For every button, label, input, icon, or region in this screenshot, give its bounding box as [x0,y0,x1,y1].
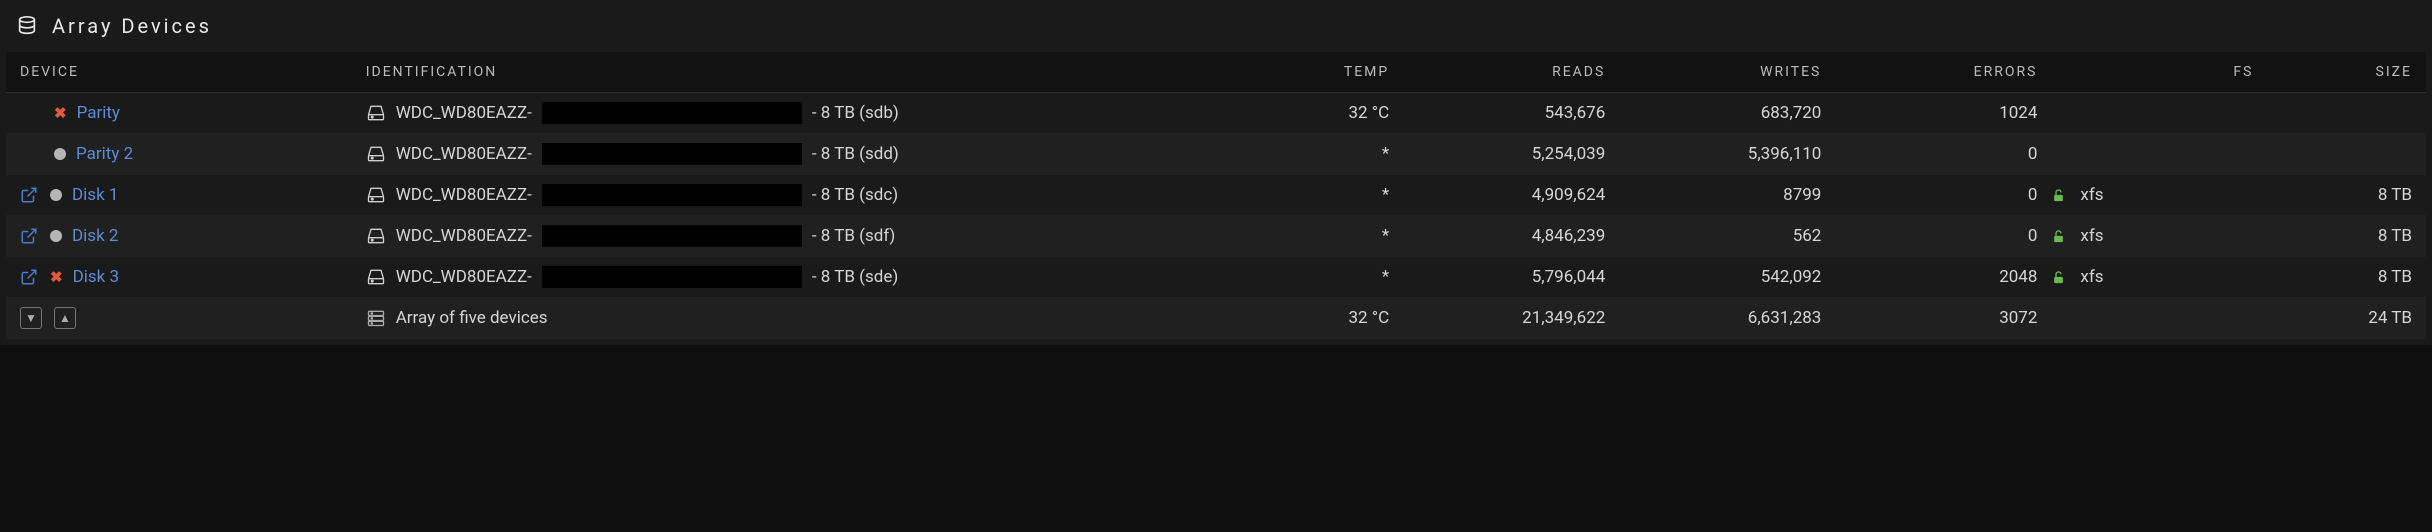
identification-text[interactable]: WDC_WD80EAZZ- [396,267,532,287]
collapse-up-button[interactable]: ▲ [54,307,76,329]
reads-cell: 5,796,044 [1403,257,1619,298]
col-fs: FS [2051,52,2267,93]
fs-cell: xfs [2051,257,2267,298]
col-temp: Temp [1245,52,1403,93]
disk-icon [366,144,386,164]
col-writes: Writes [1619,52,1835,93]
panel-title: Array Devices [52,14,212,38]
summary-reads: 21,349,622 [1403,298,1619,339]
collapse-down-button[interactable]: ▼ [20,307,42,329]
identification-text[interactable]: WDC_WD80EAZZ- [396,185,532,205]
external-link-icon[interactable] [20,186,40,204]
disk-icon [366,103,386,123]
temp-cell: 32 °C [1245,93,1403,134]
device-name-link[interactable]: Disk 2 [72,226,118,246]
writes-cell: 8799 [1619,175,1835,216]
fs-cell [2051,134,2267,175]
summary-fs [2051,298,2267,339]
table-row: ✖ Disk 3 WDC_WD80EAZZ- - 8 TB (sde) * 5,… [6,257,2426,298]
lock-open-icon [2051,188,2066,203]
temp-cell: * [1245,216,1403,257]
col-size: Size [2267,52,2426,93]
reads-cell: 4,846,239 [1403,216,1619,257]
redacted-serial [542,184,802,206]
summary-label: Array of five devices [396,308,548,328]
status-ok-icon [50,189,62,201]
fs-label: xfs [2080,267,2103,287]
lock-open-icon [2051,229,2066,244]
fs-label: xfs [2080,185,2103,205]
device-name-link[interactable]: Disk 1 [72,185,118,205]
temp-cell: * [1245,175,1403,216]
identification-text[interactable]: WDC_WD80EAZZ- [396,144,532,164]
device-name-link[interactable]: Disk 3 [73,267,119,287]
summary-errors: 3072 [1835,298,2051,339]
array-icon [366,308,386,328]
size-cell: 8 TB [2267,257,2426,298]
fs-cell: xfs [2051,216,2267,257]
table-row: Disk 1 WDC_WD80EAZZ- - 8 TB (sdc) * 4,90… [6,175,2426,216]
col-errors: Errors [1835,52,2051,93]
table-row: ✖ Parity WDC_WD80EAZZ- - 8 TB (sdb) 32 °… [6,93,2426,134]
table-row: Disk 2 WDC_WD80EAZZ- - 8 TB (sdf) * 4,84… [6,216,2426,257]
external-link-icon[interactable] [20,268,40,286]
reads-cell: 4,909,624 [1403,175,1619,216]
col-reads: Reads [1403,52,1619,93]
identification-suffix: - 8 TB (sdc) [812,185,898,205]
identification-suffix: - 8 TB (sdf) [812,226,895,246]
col-device: Device [6,52,352,93]
disk-icon [366,185,386,205]
size-cell: 8 TB [2267,216,2426,257]
writes-cell: 542,092 [1619,257,1835,298]
redacted-serial [542,225,802,247]
device-name-link[interactable]: Parity [77,103,120,123]
fs-cell [2051,93,2267,134]
writes-cell: 683,720 [1619,93,1835,134]
summary-size: 24 TB [2267,298,2426,339]
size-cell [2267,134,2426,175]
disk-icon [366,226,386,246]
identification-suffix: - 8 TB (sdd) [812,144,899,164]
devices-table: Device Identification Temp Reads Writes … [6,52,2426,339]
summary-row: ▼ ▲ Array of five devices 32 °C 21,349,6… [6,298,2426,339]
size-cell [2267,93,2426,134]
disk-icon [366,267,386,287]
errors-cell: 2048 [1835,257,2051,298]
errors-cell: 0 [1835,216,2051,257]
table-header-row: Device Identification Temp Reads Writes … [6,52,2426,93]
fs-label: xfs [2080,226,2103,246]
identification-text[interactable]: WDC_WD80EAZZ- [396,226,532,246]
database-icon [16,15,38,37]
temp-cell: * [1245,257,1403,298]
errors-cell: 0 [1835,134,2051,175]
writes-cell: 562 [1619,216,1835,257]
summary-writes: 6,631,283 [1619,298,1835,339]
external-link-icon[interactable] [20,227,40,245]
redacted-serial [542,143,802,165]
identification-suffix: - 8 TB (sde) [812,267,898,287]
identification-text[interactable]: WDC_WD80EAZZ- [396,103,532,123]
errors-cell: 1024 [1835,93,2051,134]
size-cell: 8 TB [2267,175,2426,216]
col-identification: Identification [352,52,1245,93]
device-name-link[interactable]: Parity 2 [76,144,133,164]
status-error-icon: ✖ [50,268,63,286]
summary-temp: 32 °C [1245,298,1403,339]
lock-open-icon [2051,270,2066,285]
errors-cell: 0 [1835,175,2051,216]
fs-cell: xfs [2051,175,2267,216]
redacted-serial [542,102,802,124]
status-error-icon: ✖ [54,104,67,122]
table-row: Parity 2 WDC_WD80EAZZ- - 8 TB (sdd) * 5,… [6,134,2426,175]
identification-suffix: - 8 TB (sdb) [812,103,899,123]
reads-cell: 543,676 [1403,93,1619,134]
status-ok-icon [54,148,66,160]
status-ok-icon [50,230,62,242]
array-devices-panel: Array Devices Device Identification Temp… [0,0,2432,345]
reads-cell: 5,254,039 [1403,134,1619,175]
panel-header: Array Devices [6,0,2426,52]
writes-cell: 5,396,110 [1619,134,1835,175]
temp-cell: * [1245,134,1403,175]
redacted-serial [542,266,802,288]
